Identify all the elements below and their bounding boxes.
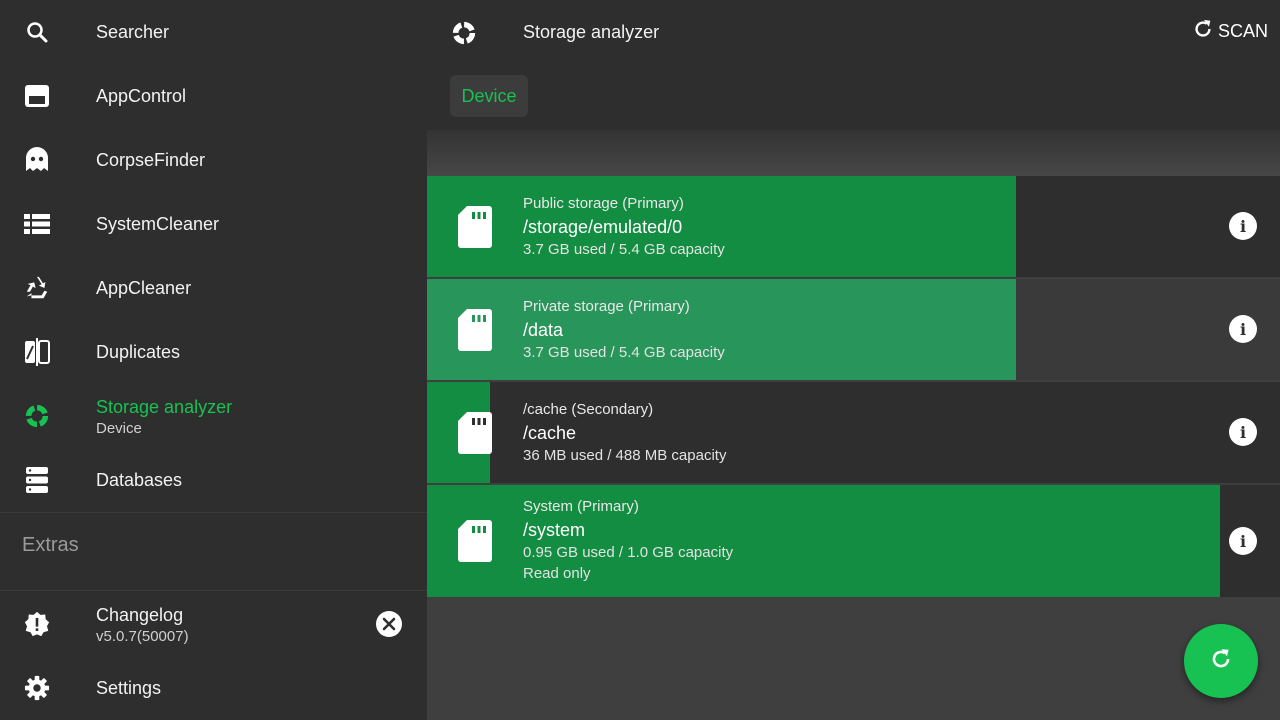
recycle-icon <box>24 275 50 301</box>
storage-path: /storage/emulated/0 <box>523 217 683 237</box>
storage-path: /cache <box>523 423 577 443</box>
nav-item-settings[interactable]: Settings <box>0 656 427 720</box>
nav-label: Duplicates <box>96 341 181 362</box>
toolbar: Storage analyzer SCAN Device <box>427 0 1280 130</box>
storage-label: Public storage (Primary) <box>523 195 684 212</box>
alert-badge-icon <box>24 611 50 637</box>
storage-details: System (Primary) /system 0.95 GB used / … <box>523 497 733 585</box>
storage-usage: 3.7 GB used / 5.4 GB capacity <box>523 344 725 361</box>
sd-card-icon <box>457 411 493 455</box>
extras-heading: Extras <box>22 534 79 556</box>
compare-icon <box>24 338 50 366</box>
storage-details: Public storage (Primary) /storage/emulat… <box>523 194 725 260</box>
nav-label: Databases <box>96 469 183 490</box>
storage-label: Private storage (Primary) <box>523 298 690 315</box>
pie-chart-icon <box>24 403 50 429</box>
changelog-version: v5.0.7(50007) <box>96 628 189 645</box>
storage-path: /system <box>523 520 586 540</box>
tab-device[interactable]: Device <box>450 75 528 117</box>
storage-usage: 36 MB used / 488 MB capacity <box>523 447 727 464</box>
storage-label: System (Primary) <box>523 498 639 515</box>
nav-item-databases[interactable]: Databases <box>0 448 427 512</box>
changelog-label: Changelog <box>96 605 184 625</box>
nav-item-corpsefinder[interactable]: CorpseFinder <box>0 128 427 192</box>
nav-item-duplicates[interactable]: Duplicates <box>0 320 427 384</box>
nav-item-systemcleaner[interactable]: SystemCleaner <box>0 192 427 256</box>
nav-item-appcleaner[interactable]: AppCleaner <box>0 256 427 320</box>
nav-item-appcontrol[interactable]: AppControl <box>0 64 427 128</box>
page-title: Storage analyzer <box>523 22 660 42</box>
storage-usage: 0.95 GB used / 1.0 GB capacity <box>523 544 734 561</box>
divider <box>0 590 427 591</box>
nav-label: AppControl <box>96 85 187 106</box>
pie-chart-icon <box>451 20 477 46</box>
storage-row-private[interactable]: Private storage (Primary) /data 3.7 GB u… <box>427 279 1280 380</box>
nav-label: SystemCleaner <box>96 213 220 234</box>
nav-item-storage-analyzer[interactable]: Storage analyzer Device <box>0 384 427 448</box>
nav-sublabel: Device <box>96 420 142 437</box>
list-icon <box>24 211 50 237</box>
storage-row-system[interactable]: System (Primary) /system 0.95 GB used / … <box>427 485 1280 597</box>
nav-label: AppCleaner <box>96 277 192 298</box>
search-icon <box>24 19 50 45</box>
app-root: Searcher AppControl CorpseFinder SystemC… <box>0 0 1280 720</box>
database-icon <box>24 467 50 493</box>
refresh-icon <box>1208 646 1234 677</box>
nav-label: Searcher <box>96 21 170 42</box>
storage-usage: 3.7 GB used / 5.4 GB capacity <box>523 241 725 258</box>
storage-row-cache[interactable]: /cache (Secondary) /cache 36 MB used / 4… <box>427 382 1280 483</box>
scan-button[interactable]: SCAN <box>1192 18 1268 45</box>
ghost-icon <box>24 147 50 173</box>
content-header-shade <box>427 130 1280 176</box>
storage-readonly-note: Read only <box>523 565 591 582</box>
info-icon[interactable]: i <box>1229 527 1257 555</box>
storage-row-public[interactable]: Public storage (Primary) /storage/emulat… <box>427 176 1280 277</box>
nav-label: Settings <box>96 677 162 698</box>
info-icon[interactable]: i <box>1229 418 1257 446</box>
sd-card-icon <box>457 205 493 249</box>
storage-path: /data <box>523 320 564 340</box>
storage-details: Private storage (Primary) /data 3.7 GB u… <box>523 297 725 363</box>
navigation-drawer: Searcher AppControl CorpseFinder SystemC… <box>0 0 427 720</box>
nav-item-changelog[interactable]: Changelog v5.0.7(50007) <box>0 592 427 656</box>
refresh-icon <box>1192 18 1214 45</box>
storage-details: /cache (Secondary) /cache 36 MB used / 4… <box>523 400 726 466</box>
sd-card-icon <box>457 519 493 563</box>
gear-icon <box>24 675 50 701</box>
nav-item-searcher[interactable]: Searcher <box>0 0 427 64</box>
storage-label: /cache (Secondary) <box>523 401 654 418</box>
sd-card-icon <box>457 308 493 352</box>
nav-label: CorpseFinder <box>96 149 206 170</box>
scan-label: SCAN <box>1217 21 1268 41</box>
nav-label-active: Storage analyzer <box>96 397 233 417</box>
divider <box>0 512 427 513</box>
app-window-icon <box>24 83 50 109</box>
close-icon[interactable] <box>376 611 402 637</box>
refresh-fab[interactable] <box>1184 624 1258 698</box>
info-icon[interactable]: i <box>1229 315 1257 343</box>
info-icon[interactable]: i <box>1229 212 1257 240</box>
